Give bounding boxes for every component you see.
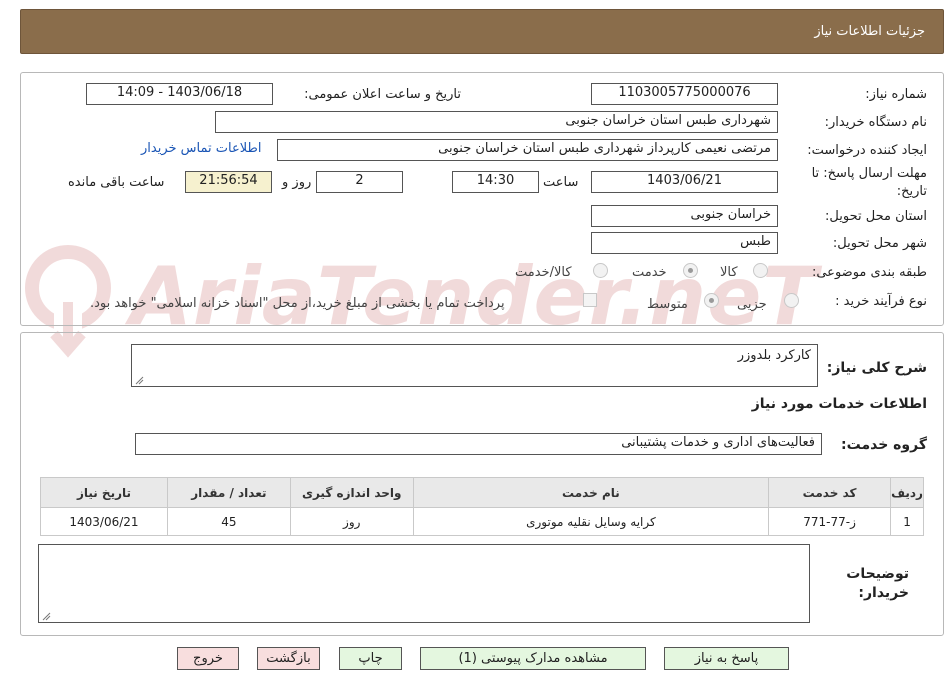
col-service-code: کد خدمت — [768, 477, 892, 508]
category-goods-label: کالا — [720, 265, 738, 280]
category-label: طبقه بندی موضوعی: — [811, 265, 927, 280]
resize-grip-icon[interactable] — [41, 611, 51, 621]
buyer-org-field: شهرداری طبس استان خراسان جنوبی — [215, 111, 778, 133]
buyer-contact-link[interactable]: اطلاعات تماس خریدار — [141, 141, 261, 156]
exit-button[interactable]: خروج — [177, 647, 239, 670]
table-row: 1 ز-77-771 کرایه وسایل نقلیه موتوری روز … — [40, 507, 924, 536]
need-details-page: جزئیات اطلاعات نیاز AriaTender.neT شماره… — [0, 0, 945, 691]
deadline-label-date: تاریخ: — [896, 184, 927, 199]
process-type-label: نوع فرآیند خرید : — [835, 294, 927, 309]
page-title: جزئیات اطلاعات نیاز — [814, 24, 925, 39]
deadline-time-field: 14:30 — [452, 171, 539, 193]
category-goods-service-label: کالا/خدمت — [515, 265, 572, 280]
cell-service-code: ز-77-771 — [768, 507, 892, 536]
cell-need-date: 1403/06/21 — [40, 507, 168, 536]
services-heading: اطلاعات خدمات مورد نیاز — [751, 396, 927, 412]
buyer-notes-label-2: خریدار: — [858, 585, 909, 601]
delivery-city-label: شهر محل تحویل: — [832, 236, 927, 251]
col-unit: واحد اندازه گیری — [289, 477, 414, 508]
category-goods-service-radio[interactable] — [593, 263, 608, 278]
col-row-number: ردیف — [890, 477, 924, 508]
service-group-label: گروه خدمت: — [841, 437, 927, 453]
description-field: کارکرد بلدوزر — [131, 344, 818, 387]
category-service-label: خدمت — [632, 265, 667, 280]
request-creator-field: مرتضی نعیمی کارپرداز شهرداری طبس استان خ… — [277, 139, 778, 161]
reply-to-need-button[interactable]: پاسخ به نیاز — [664, 647, 789, 670]
deadline-date-field: 1403/06/21 — [591, 171, 778, 193]
process-medium-label: متوسط — [647, 297, 688, 312]
need-number-field: 1103005775000076 — [591, 83, 778, 105]
announce-date-label: تاریخ و ساعت اعلان عمومی: — [304, 87, 461, 102]
col-need-date: تاریخ نیاز — [40, 477, 168, 508]
category-service-radio[interactable] — [683, 263, 698, 278]
days-remaining-field: 2 — [316, 171, 403, 193]
buyer-notes-field[interactable] — [38, 544, 810, 623]
process-minor-radio[interactable] — [784, 293, 799, 308]
description-label: شرح کلی نیاز: — [826, 360, 927, 376]
description-text: کارکرد بلدوزر — [737, 348, 811, 363]
request-creator-label: ایجاد کننده درخواست: — [807, 143, 927, 158]
page-header: جزئیات اطلاعات نیاز — [20, 9, 944, 54]
cell-quantity: 45 — [166, 507, 291, 536]
delivery-city-field: طبس — [591, 232, 778, 254]
time-remaining-label: ساعت باقی مانده — [68, 175, 165, 190]
back-button[interactable]: بازگشت — [257, 647, 320, 670]
announce-date-field: 1403/06/18 - 14:09 — [86, 83, 273, 105]
cell-row-number: 1 — [890, 507, 924, 536]
delivery-province-field: خراسان جنوبی — [591, 205, 778, 227]
time-remaining-field: 21:56:54 — [185, 171, 272, 193]
treasury-payment-checkbox[interactable] — [583, 293, 597, 307]
col-service-name: نام خدمت — [412, 477, 770, 508]
delivery-province-label: استان محل تحویل: — [825, 209, 927, 224]
service-group-field: فعالیت‌های اداری و خدمات پشتیبانی — [135, 433, 822, 455]
cell-unit: روز — [289, 507, 414, 536]
treasury-payment-note: پرداخت تمام یا بخشی از مبلغ خرید،از محل … — [90, 296, 505, 311]
buyer-org-label: نام دستگاه خریدار: — [824, 115, 927, 130]
process-medium-radio[interactable] — [704, 293, 719, 308]
resize-grip-icon[interactable] — [134, 375, 144, 385]
view-attachments-button[interactable]: مشاهده مدارک پیوستی (1) — [420, 647, 646, 670]
deadline-time-label: ساعت — [543, 175, 579, 190]
buyer-notes-label: توضیحات — [846, 566, 909, 582]
deadline-label: مهلت ارسال پاسخ: تا — [811, 166, 927, 181]
need-number-label: شماره نیاز: — [865, 87, 927, 102]
cell-service-name: کرایه وسایل نقلیه موتوری — [412, 507, 770, 536]
process-minor-label: جزیی — [737, 297, 767, 312]
table-header-row: ردیف کد خدمت نام خدمت واحد اندازه گیری ت… — [40, 477, 924, 508]
services-table: ردیف کد خدمت نام خدمت واحد اندازه گیری ت… — [40, 477, 924, 536]
days-label: روز و — [282, 175, 312, 190]
category-goods-radio[interactable] — [753, 263, 768, 278]
col-quantity: تعداد / مقدار — [166, 477, 291, 508]
print-button[interactable]: چاپ — [339, 647, 402, 670]
